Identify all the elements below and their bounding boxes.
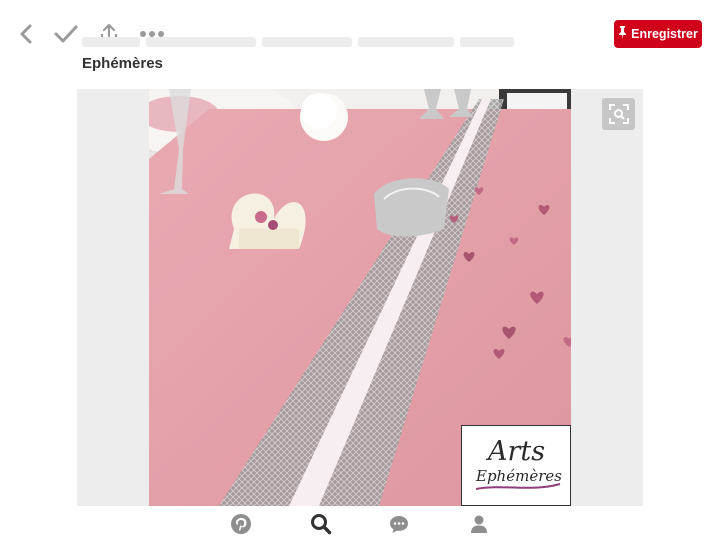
save-button[interactable]: Enregistrer (614, 20, 702, 48)
pin-icon (618, 26, 627, 42)
arts-ephemeres-logo: Arts Ephémères (461, 425, 571, 506)
chat-icon[interactable] (388, 513, 410, 535)
back-arrow-icon[interactable] (12, 20, 40, 48)
logo-text-ephemeres: Ephémères (475, 467, 562, 485)
pinterest-home-icon[interactable] (230, 513, 252, 535)
bottom-tab-bar (0, 506, 720, 540)
profile-icon[interactable] (468, 513, 490, 535)
visual-search-icon (608, 104, 629, 124)
logo-text-arts: Arts (485, 436, 545, 467)
faded-title-text (82, 37, 514, 47)
pin-title-faded (82, 32, 542, 57)
visual-search-button[interactable] (602, 98, 635, 130)
save-button-label: Enregistrer (631, 27, 698, 41)
checkmark-icon[interactable] (52, 20, 80, 48)
search-icon[interactable] (310, 513, 332, 535)
pin-title: Ephémères (82, 55, 163, 72)
